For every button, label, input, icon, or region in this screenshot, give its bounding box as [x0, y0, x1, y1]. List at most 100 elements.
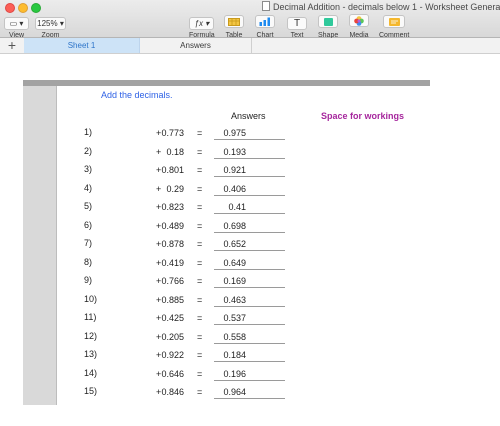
media-button[interactable]: Media: [349, 13, 369, 39]
question-number: 13): [84, 349, 98, 359]
zoom-select[interactable]: 125% ▾: [35, 17, 66, 30]
question-row: 8) 0.419 +0.649 =: [56, 257, 306, 275]
addend-1: 0.646: [161, 368, 184, 379]
comment-button[interactable]: Comment: [379, 13, 409, 39]
addend-2: 0.975: [223, 128, 246, 138]
question-number: 7): [84, 238, 93, 248]
equals-sign: =: [197, 387, 203, 397]
equals-sign: =: [197, 350, 203, 360]
equals-sign: =: [197, 220, 203, 231]
view-button-control[interactable]: ▭ ▾: [4, 17, 29, 30]
question-number: 9): [84, 275, 93, 285]
function-icon[interactable]: ƒx ▾: [189, 17, 215, 30]
addend-2: 0.41: [228, 202, 246, 212]
workings-header: Space for workings: [321, 111, 405, 121]
answer-line[interactable]: [214, 231, 285, 233]
addend-2: 0.463: [223, 294, 246, 305]
close-window-button[interactable]: [5, 3, 15, 13]
plus-sign: +: [156, 350, 162, 360]
chart-glyph: [259, 17, 270, 26]
question-row: 3) 0.801 +0.921 =: [56, 164, 306, 182]
addend-1: 0.801: [161, 165, 184, 175]
equals-sign: =: [197, 276, 203, 286]
plus-sign: +: [156, 313, 162, 323]
addend-2: 0.649: [223, 257, 246, 268]
addend-2: 0.652: [223, 239, 246, 249]
addend-1: 0.18: [166, 146, 184, 157]
comment-icon[interactable]: [383, 15, 406, 28]
addend-2: 0.184: [223, 350, 246, 360]
plus-sign: +: [156, 128, 162, 138]
answer-line[interactable]: [214, 379, 285, 381]
addend-1: 0.205: [161, 331, 184, 342]
plus-sign: +: [156, 294, 162, 305]
add-sheet-button[interactable]: +: [0, 38, 25, 53]
answer-line[interactable]: [214, 305, 285, 307]
question-number: 11): [84, 312, 97, 322]
question-row: 15) 0.846 +0.964 =: [56, 386, 306, 404]
plus-sign: +: [156, 276, 162, 286]
equals-sign: =: [197, 257, 203, 268]
zoom-control[interactable]: 125% ▾ Zoom: [35, 13, 66, 39]
question-row: 9) 0.766 +0.169 =: [56, 275, 306, 293]
minimize-window-button[interactable]: [18, 3, 28, 13]
text-icon[interactable]: T: [287, 17, 307, 30]
equals-sign: =: [197, 294, 203, 305]
addend-1: 0.29: [166, 183, 184, 194]
question-row: 2) 0.18 +0.193 =: [56, 146, 306, 164]
table-icon[interactable]: [224, 15, 244, 28]
addend-1: 0.878: [161, 239, 184, 249]
addend-2: 0.406: [223, 183, 246, 194]
row-header-bar[interactable]: [23, 86, 57, 405]
answer-line[interactable]: [214, 324, 285, 325]
column-header-bar[interactable]: [23, 80, 430, 86]
answer-line[interactable]: [214, 287, 285, 288]
answer-line[interactable]: [214, 250, 285, 251]
question-row: 12) 0.205 +0.558 =: [56, 331, 306, 349]
instructions-text: Add the decimals.: [101, 90, 173, 100]
equals-sign: =: [197, 146, 203, 157]
answer-line[interactable]: [214, 398, 285, 399]
answer-line[interactable]: [214, 361, 285, 362]
media-icon[interactable]: [349, 14, 369, 27]
window-titlebar: Decimal Addition - decimals below 1 - Wo…: [0, 0, 500, 39]
chart-icon[interactable]: [255, 15, 275, 28]
shape-icon[interactable]: [318, 15, 339, 28]
question-number: 10): [84, 293, 98, 304]
maximize-window-button[interactable]: [31, 3, 41, 13]
comment-glyph: [388, 18, 400, 26]
answer-line[interactable]: [214, 176, 285, 177]
view-button[interactable]: ▭ ▾ View: [4, 13, 29, 39]
question-row: 13) 0.922 +0.184 =: [56, 349, 306, 367]
answer-line[interactable]: [214, 194, 285, 196]
equals-sign: =: [197, 128, 203, 138]
answer-line[interactable]: [214, 157, 285, 159]
text-button[interactable]: T Text: [287, 13, 307, 39]
plus-sign: +: [156, 257, 162, 268]
addend-2: 0.698: [223, 220, 246, 231]
question-number: 1): [84, 127, 93, 137]
answer-line[interactable]: [214, 213, 285, 214]
plus-sign: +: [156, 387, 162, 397]
addend-1: 0.922: [161, 350, 184, 360]
sheet-canvas[interactable]: Add the decimals. Answers Space for work…: [0, 54, 500, 426]
sheet-tabs-bar: + Sheet 1 Answers: [0, 38, 500, 54]
formula-button[interactable]: ƒx ▾ Formula: [189, 13, 215, 39]
question-row: 5) 0.823 +0.41 =: [56, 201, 306, 219]
table-button[interactable]: Table: [224, 13, 244, 39]
equals-sign: =: [197, 331, 203, 342]
question-row: 11) 0.425 +0.537 =: [56, 312, 306, 330]
answer-line[interactable]: [214, 342, 285, 344]
tab-answers[interactable]: Answers: [140, 38, 252, 53]
equals-sign: =: [197, 313, 203, 323]
question-number: 5): [84, 201, 93, 211]
addend-1: 0.885: [161, 294, 184, 305]
shape-button[interactable]: Shape: [318, 13, 338, 39]
tab-sheet-1[interactable]: Sheet 1: [24, 38, 140, 53]
question-row: 14) 0.646 +0.196 =: [56, 368, 306, 386]
chart-button[interactable]: Chart: [255, 13, 275, 39]
answer-line[interactable]: [214, 139, 285, 140]
question-number: 14): [84, 367, 98, 378]
answer-line[interactable]: [214, 268, 285, 270]
plus-sign: +: [156, 165, 162, 175]
